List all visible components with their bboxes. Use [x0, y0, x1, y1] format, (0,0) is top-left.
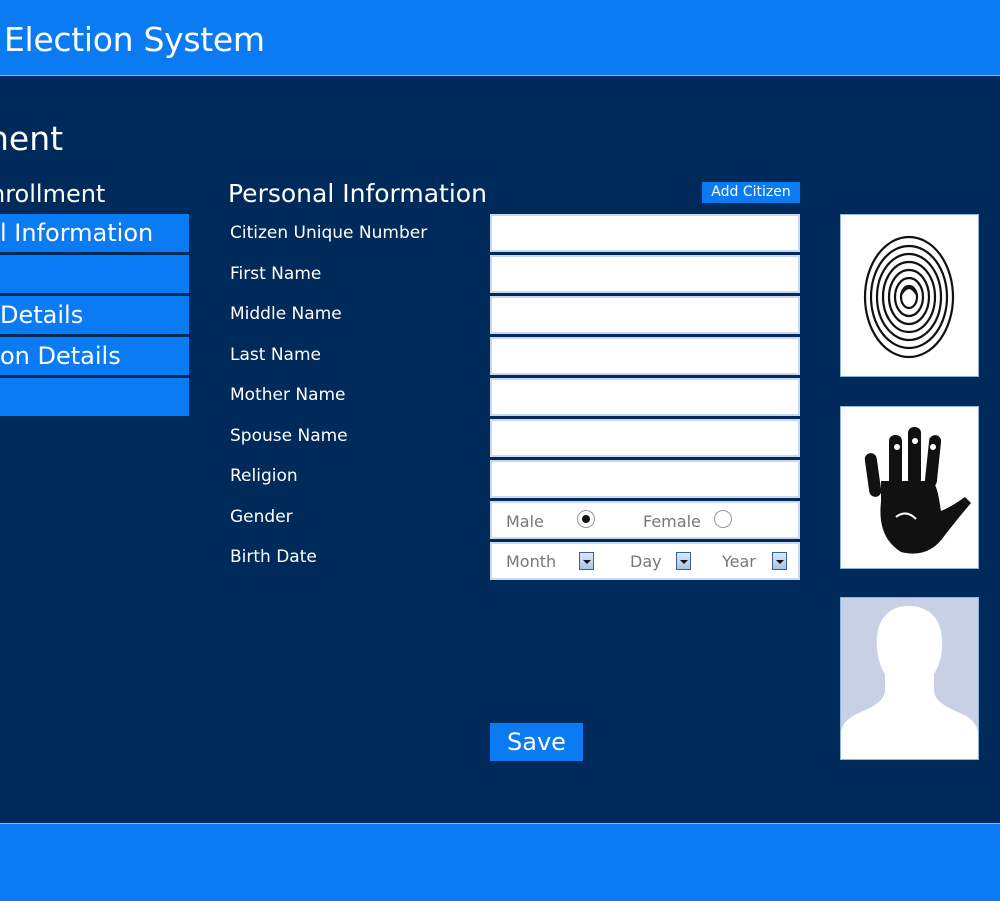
sidebar-item-label: Details [0, 301, 84, 329]
last-name-field-wrap [490, 337, 800, 375]
page-heading: nent [0, 119, 64, 158]
bottom-bar [0, 823, 1000, 901]
gender-label: Gender [230, 506, 293, 527]
day-dropdown-icon[interactable] [676, 552, 691, 570]
gender-male-radio[interactable] [577, 510, 595, 528]
sidebar-item-details[interactable]: Details [0, 296, 189, 334]
religion-input[interactable] [492, 462, 798, 496]
sidebar-item-label: on Details [0, 342, 121, 370]
sidebar-item-5[interactable] [0, 378, 189, 416]
fingerprint-panel[interactable] [840, 214, 979, 377]
mother-name-input[interactable] [492, 380, 798, 414]
citizen-unique-number-field-wrap [490, 214, 800, 252]
gender-option-male-label: Male [506, 512, 544, 531]
citizen-unique-number-input[interactable] [492, 216, 798, 250]
radio-selected-dot [582, 515, 590, 523]
save-button[interactable]: Save [490, 723, 583, 761]
birth-month-select[interactable]: Month [506, 552, 556, 571]
form-labels: Citizen Unique Number First Name Middle … [230, 214, 427, 579]
gender-option-female-label: Female [643, 512, 701, 531]
field-label: First Name [230, 263, 322, 284]
last-name-input[interactable] [492, 339, 798, 373]
religion-field-wrap [490, 460, 800, 498]
birth-date-field: Month Day Year [490, 542, 800, 580]
month-dropdown-icon[interactable] [579, 552, 594, 570]
handprint-icon [864, 427, 971, 554]
gender-field: Male Female [490, 501, 800, 539]
mother-name-field-wrap [490, 378, 800, 416]
field-label: Last Name [230, 344, 321, 365]
first-name-field-wrap [490, 255, 800, 293]
sidebar-nav: l Information Details on Details [0, 214, 189, 419]
form-title: Personal Information [228, 179, 487, 208]
fingerprint-icon [863, 235, 955, 359]
middle-name-field-wrap [490, 296, 800, 334]
birth-year-select[interactable]: Year [722, 552, 756, 571]
field-label: Religion [230, 466, 298, 486]
add-citizen-button[interactable]: Add Citizen [702, 182, 800, 203]
birth-date-label: Birth Date [230, 547, 317, 567]
sidebar-item-personal-information[interactable]: l Information [0, 214, 189, 252]
photo-panel[interactable] [840, 597, 979, 760]
sidebar-section-label: nrollment [0, 180, 106, 208]
spouse-name-field-wrap [490, 419, 800, 457]
form-fields: Male Female Month Day Year [490, 214, 800, 580]
sidebar-item-label: l Information [0, 219, 154, 247]
gender-female-radio[interactable] [714, 510, 732, 528]
middle-name-input[interactable] [492, 298, 798, 332]
field-label: Spouse Name [230, 425, 348, 446]
app-title: Election System [4, 20, 265, 59]
field-label: Middle Name [230, 304, 342, 324]
title-bar: Election System [0, 0, 1000, 76]
spouse-name-input[interactable] [492, 421, 798, 455]
sidebar-item-on-details[interactable]: on Details [0, 337, 189, 375]
birth-day-select[interactable]: Day [630, 552, 662, 571]
field-label: Mother Name [230, 385, 346, 405]
first-name-input[interactable] [492, 257, 798, 291]
year-dropdown-icon[interactable] [772, 552, 787, 570]
field-label: Citizen Unique Number [230, 223, 428, 243]
sidebar-item-2[interactable] [0, 255, 189, 293]
handprint-panel[interactable] [840, 406, 979, 569]
user-silhouette-icon [841, 606, 978, 759]
